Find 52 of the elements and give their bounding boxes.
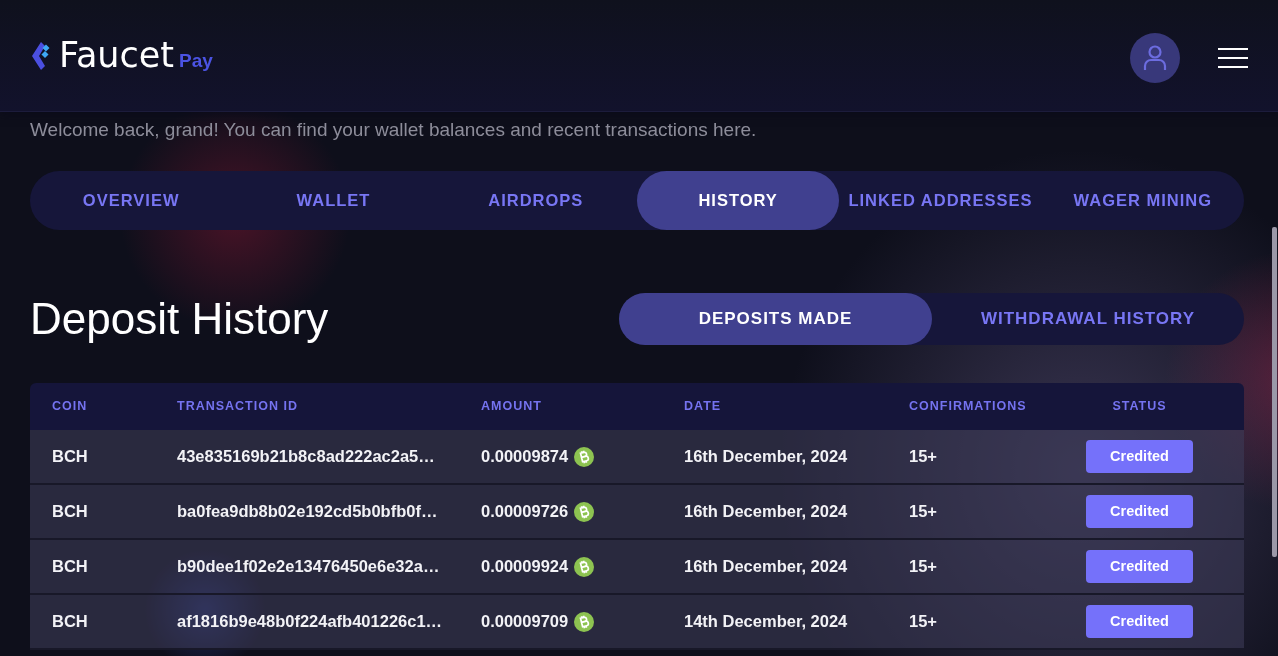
table-cell-text: BCH <box>51 556 89 578</box>
column-header: TRANSACTION ID <box>176 398 299 416</box>
coin-icon <box>574 501 595 522</box>
column-header: COIN <box>51 398 89 416</box>
table-cell-text: ba0fea9db8b02e192cd5b0bfb0f… <box>176 501 439 523</box>
toggle-option[interactable]: WITHDRAWAL HISTORY <box>932 293 1244 345</box>
menu-button[interactable] <box>1218 48 1248 68</box>
tab[interactable]: OVERVIEW <box>30 171 233 230</box>
menu-icon <box>1218 48 1248 68</box>
status-badge: Credited <box>1086 550 1193 583</box>
user-icon <box>1143 45 1167 71</box>
column-header: STATUS <box>1111 398 1168 416</box>
avatar-button[interactable] <box>1130 33 1180 83</box>
column-header: AMOUNT <box>480 398 543 416</box>
tab[interactable]: HISTORY <box>637 171 840 230</box>
status-badge: Credited <box>1086 440 1193 473</box>
amount-text: 0.00009924 <box>481 556 569 578</box>
coin-icon <box>574 556 595 577</box>
scrollbar-thumb[interactable] <box>1272 227 1277 557</box>
status-badge: Credited <box>1086 605 1193 638</box>
amount-text: 0.00009726 <box>481 501 569 523</box>
table-cell-text: BCH <box>51 611 89 633</box>
tab[interactable]: WAGER MINING <box>1041 171 1244 230</box>
table-cell-text: 15+ <box>908 501 938 523</box>
tab[interactable]: LINKED ADDRESSES <box>839 171 1042 230</box>
coin-icon <box>574 446 595 467</box>
table-cell-text: b90dee1f02e2e13476450e6e32a… <box>176 556 441 578</box>
logo-wordmark: Faucet <box>59 38 175 73</box>
status-badge: Credited <box>1086 495 1193 528</box>
table-cell-text: 16th December, 2024 <box>683 446 849 468</box>
welcome-text: Welcome back, grand! You can find your wallet balances and recent transactions here. <box>30 118 758 142</box>
column-header: CONFIRMATIONS <box>908 398 1028 416</box>
table-cell-text: 43e835169b21b8c8ad222ac2a5… <box>176 446 436 468</box>
table-cell-text: BCH <box>51 446 89 468</box>
amount-text: 0.00009874 <box>481 446 569 468</box>
section-title: Deposit History <box>30 293 329 345</box>
coin-icon <box>574 611 595 632</box>
logo-icon <box>32 41 50 70</box>
toggle-option[interactable]: DEPOSITS MADE <box>619 293 932 345</box>
table-cell-text: 14th December, 2024 <box>683 611 849 633</box>
table-cell-text: 15+ <box>908 556 938 578</box>
table-cell-text: 16th December, 2024 <box>683 501 849 523</box>
amount-text: 0.00009709 <box>481 611 569 633</box>
table-cell-text: BCH <box>51 501 89 523</box>
table-cell-text: af1816b9e48b0f224afb401226c1… <box>176 611 444 633</box>
table-cell-text: 16th December, 2024 <box>683 556 849 578</box>
table-cell-text: 15+ <box>908 611 938 633</box>
tab[interactable]: WALLET <box>232 171 435 230</box>
table-cell-text: 15+ <box>908 446 938 468</box>
column-header: DATE <box>683 398 723 416</box>
tab[interactable]: AIRDROPS <box>434 171 637 230</box>
logo-suffix: Pay <box>179 51 213 70</box>
